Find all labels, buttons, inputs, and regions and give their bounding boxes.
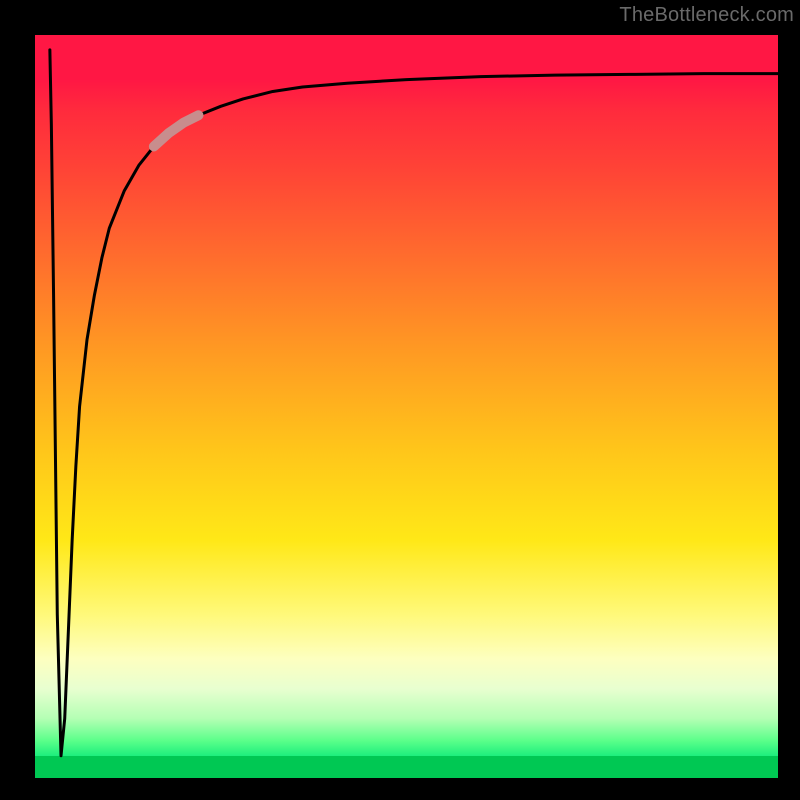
watermark-label: TheBottleneck.com <box>619 4 794 27</box>
curve-highlight-segment <box>154 115 199 146</box>
chart-frame: TheBottleneck.com <box>0 0 800 800</box>
bottleneck-curve <box>50 50 778 756</box>
curve-svg <box>35 35 778 778</box>
plot-area <box>35 35 778 778</box>
